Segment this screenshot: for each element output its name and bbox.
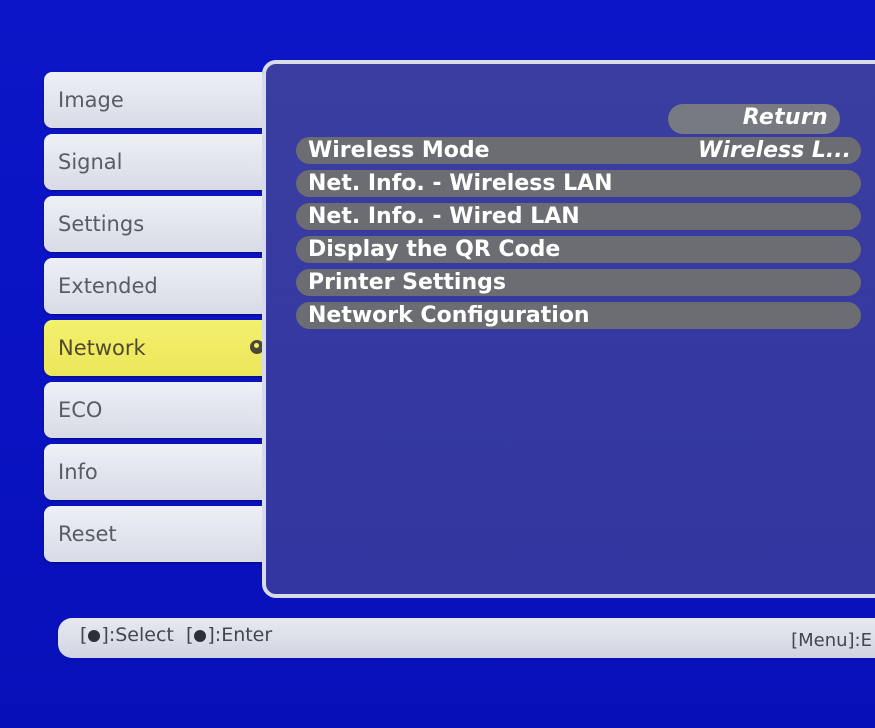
- menu-item-value: Wireless L...: [698, 138, 851, 163]
- menu-item-net-info-wireless-lan[interactable]: Net. Info. - Wireless LAN: [296, 167, 861, 200]
- menu-item-label: Net. Info. - Wireless LAN: [308, 171, 613, 196]
- tab-info-label: Info: [58, 460, 98, 484]
- tab-signal-label: Signal: [58, 150, 123, 174]
- tab-network[interactable]: Network: [44, 320, 276, 376]
- tab-signal[interactable]: Signal: [44, 134, 262, 190]
- tab-eco-label: ECO: [58, 398, 103, 422]
- menu-item-network-configuration[interactable]: Network Configuration: [296, 299, 861, 332]
- menu-item-printer-settings[interactable]: Printer Settings: [296, 266, 861, 299]
- select-suffix: ]:Select: [101, 624, 174, 646]
- select-prefix: [: [80, 624, 88, 646]
- menu-item-label: Network Configuration: [308, 303, 590, 328]
- tab-extended[interactable]: Extended: [44, 258, 262, 314]
- menu-item-label: Display the QR Code: [308, 237, 561, 262]
- tab-eco[interactable]: ECO: [44, 382, 262, 438]
- network-panel: Return Wireless Mode Wireless L... Net. …: [262, 60, 875, 598]
- menu-item-display-qr-code[interactable]: Display the QR Code: [296, 233, 861, 266]
- enter-suffix: ]:Enter: [207, 624, 273, 646]
- tab-settings-label: Settings: [58, 212, 145, 236]
- help-left-text: [ ]:Select [ ]:Enter: [80, 624, 272, 646]
- help-menu-text: [Menu]:E: [791, 630, 872, 651]
- tab-network-label: Network: [58, 336, 146, 360]
- menu-item-net-info-wired-lan[interactable]: Net. Info. - Wired LAN: [296, 200, 861, 233]
- tab-reset-label: Reset: [58, 522, 117, 546]
- enter-prefix: [: [185, 624, 194, 646]
- enter-icon: [194, 630, 207, 642]
- menu-item-label: Wireless Mode: [308, 138, 490, 163]
- menu-item-label: Printer Settings: [308, 270, 506, 295]
- tab-image[interactable]: Image: [44, 72, 262, 128]
- return-label: Return: [742, 105, 828, 130]
- menu-tabs: Image Signal Settings Extended Network E…: [44, 72, 276, 568]
- tab-extended-label: Extended: [58, 274, 158, 298]
- menu-item-label: Net. Info. - Wired LAN: [308, 204, 580, 229]
- menu-item-wireless-mode[interactable]: Wireless Mode Wireless L...: [296, 134, 861, 167]
- tab-info[interactable]: Info: [44, 444, 262, 500]
- tab-settings[interactable]: Settings: [44, 196, 262, 252]
- tab-image-label: Image: [58, 88, 124, 112]
- tab-reset[interactable]: Reset: [44, 506, 262, 562]
- updown-arrow-icon: [88, 630, 101, 642]
- help-bar: [ ]:Select [ ]:Enter [Menu]:E: [58, 618, 875, 658]
- projector-menu-screen: Image Signal Settings Extended Network E…: [0, 0, 875, 728]
- network-menu: Wireless Mode Wireless L... Net. Info. -…: [296, 134, 861, 332]
